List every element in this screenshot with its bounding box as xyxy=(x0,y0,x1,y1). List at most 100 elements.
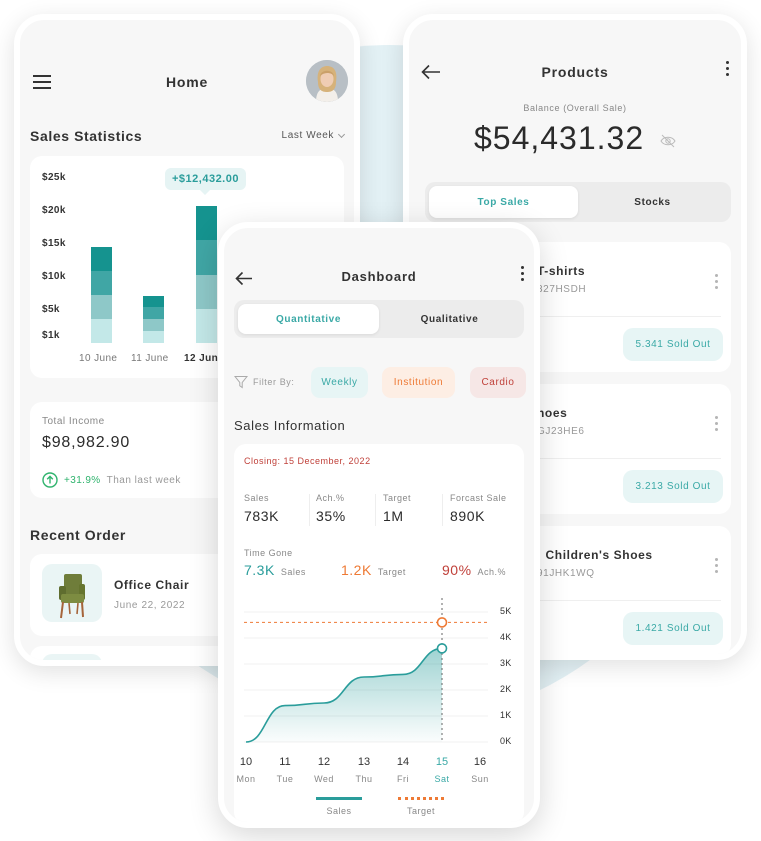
product-code: 327HSDH xyxy=(537,284,587,295)
product-name: : Children's Shoes xyxy=(537,548,653,562)
income-change-value: +31.9% xyxy=(64,474,101,486)
tab-quantitative[interactable]: Quantitative xyxy=(238,304,379,334)
products-header: Products xyxy=(409,64,741,80)
bar-segment[interactable] xyxy=(143,330,164,343)
time-gone-unit: Target xyxy=(377,567,406,577)
x-tick-label: 11 June xyxy=(131,353,169,364)
time-gone-achievement: 90% Ach.% xyxy=(442,562,506,578)
stat-sales: Sales 783K xyxy=(244,493,279,524)
recent-order-title: Recent Order xyxy=(30,527,126,543)
x-tick-day[interactable]: 10 xyxy=(231,756,261,768)
bar-segment[interactable] xyxy=(196,240,217,275)
stat-achievement: Ach.% 35% xyxy=(316,493,346,524)
bar-segment[interactable] xyxy=(91,295,112,320)
more-options-icon[interactable] xyxy=(521,266,525,281)
x-tick-day[interactable]: 16 xyxy=(465,756,495,768)
filter-chip-weekly[interactable]: Weekly xyxy=(311,367,368,398)
y-tick-label: 0K xyxy=(500,736,512,746)
tab-top-sales[interactable]: Top Sales xyxy=(429,186,578,218)
sales-point[interactable] xyxy=(436,643,448,654)
bar-segment[interactable] xyxy=(143,295,164,308)
divider xyxy=(537,316,721,317)
time-gone-target: 1.2K Target xyxy=(341,562,406,578)
x-tick-day[interactable]: 13 xyxy=(349,756,379,768)
y-tick-label: $5k xyxy=(42,303,60,315)
total-income-value: $98,982.90 xyxy=(42,434,131,451)
legend-target-label: Target xyxy=(406,806,435,816)
y-tick-label: 4K xyxy=(500,632,512,642)
bar-segment[interactable] xyxy=(143,307,164,320)
target-point[interactable] xyxy=(436,617,448,628)
stat-value: 783K xyxy=(244,508,280,524)
bar-segment[interactable] xyxy=(196,274,217,309)
dashboard-tabs: Quantitative Qualitative xyxy=(234,300,524,338)
x-tick-weekday: Thu xyxy=(355,774,373,784)
stat-label: Sales xyxy=(244,493,270,503)
y-tick-label: $20k xyxy=(42,204,66,216)
x-tick-day[interactable]: 11 xyxy=(270,756,300,768)
balance-value: $54,431.32 xyxy=(473,120,645,156)
product-code: GJ23HE6 xyxy=(537,426,585,437)
sold-out-badge: 1.421 Sold Out xyxy=(623,612,723,645)
section-title: Sales Information xyxy=(234,418,346,433)
office-chair-thumbnail xyxy=(42,564,102,622)
bar-segment[interactable] xyxy=(143,319,164,331)
tab-stocks[interactable]: Stocks xyxy=(578,186,727,218)
y-tick-label: $25k xyxy=(42,172,66,183)
x-tick-weekday: Sat xyxy=(434,774,450,784)
balance-value-row: $54,431.32 xyxy=(409,120,741,157)
product-name: hoes xyxy=(537,406,568,420)
bar-segment[interactable] xyxy=(91,247,112,272)
divider xyxy=(537,458,721,459)
balance-label: Balance (Overall Sale) xyxy=(523,103,627,113)
product-more-icon[interactable] xyxy=(715,274,719,289)
bar-segment[interactable] xyxy=(91,319,112,343)
stat-value: 1M xyxy=(383,508,404,524)
period-dropdown[interactable]: Last Week xyxy=(282,130,346,141)
y-tick-label: 1K xyxy=(500,710,512,720)
x-tick-label: 10 June xyxy=(79,353,118,364)
x-tick-day[interactable]: 14 xyxy=(388,756,418,768)
product-more-icon[interactable] xyxy=(715,416,719,431)
arrow-up-circle-icon xyxy=(42,472,58,488)
sales-area xyxy=(246,648,442,742)
products-tabs: Top Sales Stocks xyxy=(425,182,731,222)
filter-chip-institution[interactable]: Institution xyxy=(382,367,455,398)
time-gone-label: Time Gone xyxy=(244,548,293,558)
x-tick-day[interactable]: 15 xyxy=(427,756,457,768)
order-name: Office Chair xyxy=(114,578,190,592)
page-title: Dashboard xyxy=(341,269,417,284)
stat-value: 890K xyxy=(450,508,486,524)
legend-target-swatch xyxy=(398,797,444,800)
home-header: Home xyxy=(20,74,354,90)
product-code: 91JHK1WQ xyxy=(537,568,595,579)
dashboard-header: Dashboard xyxy=(224,269,534,284)
y-tick-label: 5K xyxy=(500,606,512,616)
stat-label: Forcast Sale xyxy=(450,493,507,503)
sales-statistics-title: Sales Statistics xyxy=(30,128,143,144)
bar-segment[interactable] xyxy=(196,206,217,241)
filter-chip-cardio[interactable]: Cardio xyxy=(470,367,526,398)
order-thumbnail xyxy=(42,654,102,660)
stat-target: Target 1M xyxy=(383,493,411,524)
income-change-note: Than last week xyxy=(106,474,181,486)
bar-segment[interactable] xyxy=(196,308,217,343)
avatar[interactable] xyxy=(306,60,348,102)
product-name: T-shirts xyxy=(537,264,586,278)
sold-out-badge: 3.213 Sold Out xyxy=(623,470,723,503)
eye-off-icon[interactable] xyxy=(660,133,676,149)
y-tick-label: $10k xyxy=(42,270,66,282)
product-more-icon[interactable] xyxy=(715,558,719,573)
filter-label: Filter By: xyxy=(253,377,295,387)
divider xyxy=(537,600,721,601)
x-tick-weekday: Sun xyxy=(471,774,489,784)
x-tick-day[interactable]: 12 xyxy=(309,756,339,768)
time-gone-value: 1.2K xyxy=(341,562,372,578)
page-title: Home xyxy=(165,74,209,90)
tab-qualitative[interactable]: Qualitative xyxy=(379,304,520,334)
sold-out-badge: 5.341 Sold Out xyxy=(623,328,723,361)
legend-sales-label: Sales xyxy=(326,806,352,816)
bar-segment[interactable] xyxy=(91,271,112,296)
order-date: June 22, 2022 xyxy=(114,600,186,611)
more-options-icon[interactable] xyxy=(726,61,730,76)
